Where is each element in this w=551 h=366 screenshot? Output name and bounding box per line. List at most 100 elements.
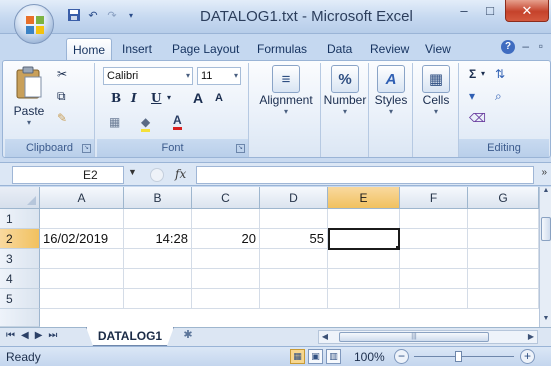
cell-f4[interactable] <box>400 269 468 289</box>
formula-bar-splitter[interactable] <box>150 168 164 182</box>
group-number[interactable]: % Number ▾ <box>321 63 369 157</box>
cell-e3[interactable] <box>328 249 400 269</box>
redo-icon[interactable]: ↷ <box>104 8 120 24</box>
font-size-select[interactable]: 11 ▾ <box>197 67 241 85</box>
cut-icon[interactable]: ✂ <box>57 67 67 81</box>
group-styles[interactable]: A Styles ▾ <box>369 63 413 157</box>
insert-function-icon[interactable]: fx <box>175 167 186 181</box>
cell-a3[interactable] <box>40 249 124 269</box>
tab-home[interactable]: Home <box>66 38 113 60</box>
cell-b3[interactable] <box>124 249 192 269</box>
column-header-e[interactable]: E <box>328 187 400 209</box>
paste-dropdown-icon[interactable]: ▾ <box>9 118 49 127</box>
cell-a1[interactable] <box>40 209 124 229</box>
row-header-3[interactable]: 3 <box>0 249 40 269</box>
cell-g2[interactable] <box>468 229 539 249</box>
cell-a2[interactable]: 16/02/2019 <box>40 229 124 249</box>
zoom-slider-thumb[interactable] <box>455 351 462 362</box>
underline-dropdown-icon[interactable]: ▾ <box>167 93 171 102</box>
sheet-tab-datalog1[interactable]: DATALOG1 <box>86 327 174 346</box>
find-select-icon[interactable]: ⌕ <box>495 89 502 104</box>
tab-data[interactable]: Data <box>321 38 358 60</box>
cell-b4[interactable] <box>124 269 192 289</box>
page-layout-view-icon[interactable]: ▣ <box>308 349 323 364</box>
clear-icon[interactable]: ⌫ <box>469 111 486 125</box>
customize-qat-icon[interactable]: ▾ <box>123 8 139 24</box>
format-painter-icon[interactable]: ✎ <box>57 111 67 125</box>
cell-c2[interactable]: 20 <box>192 229 260 249</box>
clipboard-launcher-icon[interactable]: ↘ <box>82 144 91 153</box>
undo-icon[interactable]: ↶ <box>85 8 101 24</box>
shrink-font-button[interactable]: A <box>215 92 223 104</box>
cell-c3[interactable] <box>192 249 260 269</box>
row-header-2[interactable]: 2 <box>0 229 40 249</box>
page-break-view-icon[interactable]: ▥ <box>326 349 341 364</box>
scroll-up-icon[interactable]: ▲ <box>540 187 551 199</box>
cell-b2[interactable]: 14:28 <box>124 229 192 249</box>
cell-a4[interactable] <box>40 269 124 289</box>
cell-f2[interactable] <box>400 229 468 249</box>
scroll-down-icon[interactable]: ▼ <box>540 315 551 327</box>
group-alignment[interactable]: ≡ Alignment ▾ <box>251 63 321 157</box>
grow-font-button[interactable]: A <box>193 90 203 106</box>
active-cell-e2[interactable] <box>328 228 400 250</box>
italic-button[interactable]: I <box>131 91 137 105</box>
alignment-button[interactable]: ≡ Alignment ▾ <box>259 65 313 116</box>
cell-d1[interactable] <box>260 209 328 229</box>
cell-e5[interactable] <box>328 289 400 309</box>
cell-e1[interactable] <box>328 209 400 229</box>
minimize-button[interactable]: – <box>451 0 477 22</box>
underline-button[interactable]: U <box>151 91 161 105</box>
horizontal-scrollbar[interactable]: ◀ ||| ▶ <box>318 330 538 344</box>
group-cells[interactable]: ▦ Cells ▾ <box>413 63 459 157</box>
font-name-select[interactable]: Calibri ▾ <box>103 67 193 85</box>
cells-button[interactable]: ▦ Cells ▾ <box>416 65 456 116</box>
autosum-icon[interactable]: Σ <box>469 67 476 81</box>
close-button[interactable]: ✕ <box>505 0 549 22</box>
cell-d2[interactable]: 55 <box>260 229 328 249</box>
cell-d4[interactable] <box>260 269 328 289</box>
vertical-scroll-thumb[interactable] <box>541 217 551 241</box>
horizontal-scroll-thumb[interactable]: ||| <box>339 332 489 342</box>
cell-g4[interactable] <box>468 269 539 289</box>
save-icon[interactable] <box>66 8 82 24</box>
ribbon-minimize-icon[interactable]: – <box>522 39 529 53</box>
tab-insert[interactable]: Insert <box>116 38 158 60</box>
cell-f3[interactable] <box>400 249 468 269</box>
tab-review[interactable]: Review <box>364 38 415 60</box>
number-button[interactable]: % Number ▾ <box>323 65 367 116</box>
paste-button[interactable]: Paste ▾ <box>9 65 49 127</box>
ribbon-restore-icon[interactable]: ▫ <box>539 39 543 53</box>
cell-e4[interactable] <box>328 269 400 289</box>
select-all-button[interactable] <box>0 187 40 209</box>
cell-f1[interactable] <box>400 209 468 229</box>
column-header-g[interactable]: G <box>468 187 539 209</box>
cell-g1[interactable] <box>468 209 539 229</box>
cell-b5[interactable] <box>124 289 192 309</box>
insert-sheet-icon[interactable]: ✱ <box>170 328 206 346</box>
borders-icon[interactable]: ▦ <box>109 115 120 129</box>
fill-color-icon[interactable]: ◆ <box>141 115 151 132</box>
office-button[interactable] <box>14 4 54 44</box>
font-launcher-icon[interactable]: ↘ <box>236 144 245 153</box>
help-icon[interactable]: ? <box>501 40 515 54</box>
zoom-in-icon[interactable]: + <box>520 349 535 364</box>
sort-filter-icon[interactable]: ⇅ <box>495 67 505 81</box>
cell-g5[interactable] <box>468 289 539 309</box>
normal-view-icon[interactable]: ▦ <box>290 349 305 364</box>
styles-button[interactable]: A Styles ▾ <box>371 65 411 116</box>
row-header-5[interactable]: 5 <box>0 289 40 309</box>
column-header-a[interactable]: A <box>40 187 124 209</box>
row-header-6-partial[interactable] <box>0 309 40 327</box>
scroll-right-icon[interactable]: ▶ <box>525 331 537 343</box>
cell-g3[interactable] <box>468 249 539 269</box>
maximize-button[interactable]: □ <box>477 0 503 22</box>
bold-button[interactable]: B <box>111 91 121 105</box>
row-header-1[interactable]: 1 <box>0 209 40 229</box>
formula-input[interactable] <box>196 166 534 184</box>
tab-formulas[interactable]: Formulas <box>251 38 313 60</box>
fill-icon[interactable]: ▾ <box>469 89 475 103</box>
column-header-c[interactable]: C <box>192 187 260 209</box>
column-header-d[interactable]: D <box>260 187 328 209</box>
scroll-left-icon[interactable]: ◀ <box>319 331 331 343</box>
